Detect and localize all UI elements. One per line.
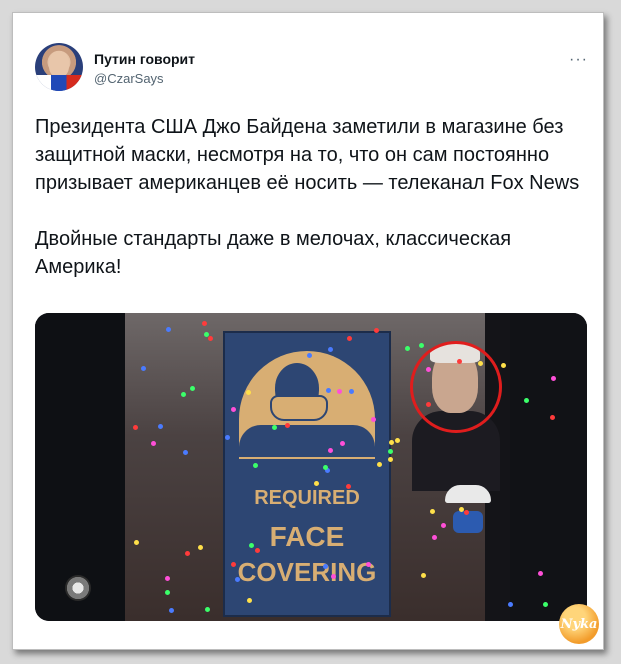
light-dot [255, 547, 261, 553]
light-dot [501, 363, 507, 369]
masked-person [445, 485, 491, 545]
light-dot [322, 464, 328, 470]
sign-line-required: REQUIRED [254, 487, 360, 509]
light-dot [284, 422, 290, 428]
light-dot [420, 573, 426, 579]
light-dot [404, 346, 410, 352]
light-dot [197, 545, 203, 551]
light-dot [387, 448, 393, 454]
more-horizontal-icon[interactable]: ··· [569, 51, 588, 69]
tweet-card[interactable]: Путин говорит @CzarSays ··· Президента С… [12, 12, 604, 650]
light-dot [395, 437, 401, 443]
red-highlight-circle [410, 341, 502, 433]
watermark-logo: Nyka [559, 604, 599, 644]
sign-shoulders [239, 425, 375, 447]
lamp-light [65, 575, 91, 601]
author-handle[interactable]: @CzarSays [94, 71, 164, 86]
light-dot [429, 508, 435, 514]
light-dot [431, 534, 437, 540]
sign-divider [239, 457, 375, 459]
white-cap [445, 485, 491, 503]
light-dot [246, 389, 252, 395]
light-dot [150, 440, 156, 446]
light-dot [425, 366, 431, 372]
author-name[interactable]: Путин говорит [94, 51, 195, 67]
light-dot [180, 391, 186, 397]
tweet-text: Президента США Джо Байдена заметили в ма… [35, 116, 580, 278]
tweet-photo[interactable]: REQUIRED FACE COVERING [35, 313, 587, 621]
sign-line-covering: COVERING [237, 557, 377, 587]
light-dot [345, 483, 351, 489]
face-covering-sign: REQUIRED FACE COVERING [223, 331, 391, 617]
photo-frame-right [510, 313, 587, 621]
avatar-flag [35, 75, 83, 91]
sign-mask-icon [270, 395, 328, 421]
avatar-face [49, 51, 69, 77]
light-dot [231, 561, 237, 567]
light-dot [165, 589, 171, 595]
avatar[interactable] [35, 43, 83, 91]
light-dot [373, 327, 379, 333]
light-dot [376, 462, 382, 468]
light-dot [183, 449, 189, 455]
light-dot [537, 570, 543, 576]
light-dot [370, 416, 376, 422]
light-dot [458, 506, 464, 512]
light-dot [330, 573, 336, 579]
light-dot [253, 462, 258, 468]
sign-line-face: FACE [269, 521, 345, 552]
light-dot [140, 365, 146, 371]
light-dot [477, 360, 483, 366]
light-dot [204, 606, 210, 612]
light-dot [224, 435, 230, 441]
light-dot [164, 575, 170, 581]
light-dot [507, 601, 513, 607]
light-dot [550, 375, 556, 381]
light-dot [189, 385, 195, 391]
